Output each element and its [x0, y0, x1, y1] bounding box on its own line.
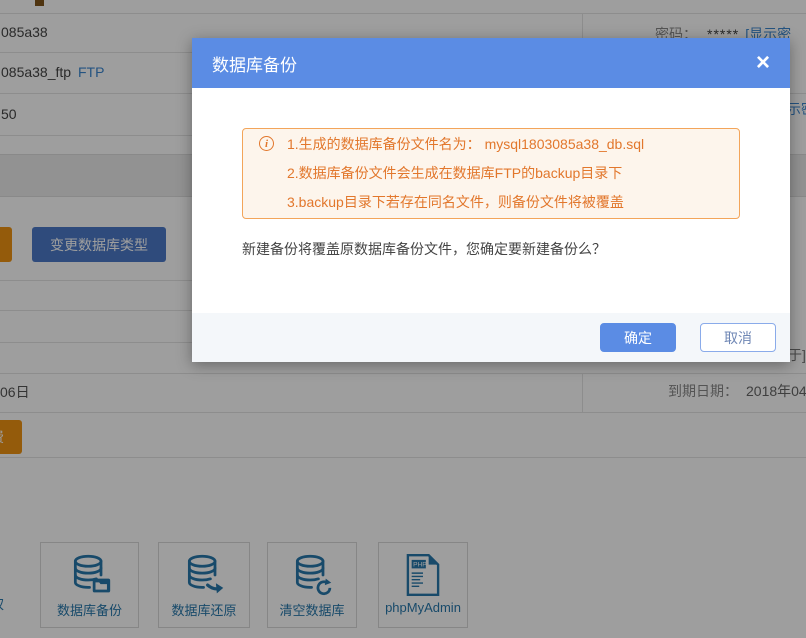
dialog-footer: 确定 取消: [192, 313, 790, 362]
dialog-title: 数据库备份: [212, 51, 297, 76]
notice-line-1: 1.生成的数据库备份文件名为： mysql1803085a38_db.sql: [287, 130, 723, 159]
dialog-body: i 1.生成的数据库备份文件名为： mysql1803085a38_db.sql…: [192, 88, 790, 259]
dialog-header: 数据库备份 ×: [192, 38, 790, 88]
notice-line-3: 3.backup目录下若存在同名文件，则备份文件将被覆盖: [287, 188, 723, 217]
notice-line-2: 2.数据库备份文件会生成在数据库FTP的backup目录下: [287, 159, 723, 188]
ok-button[interactable]: 确定: [600, 323, 676, 352]
database-backup-dialog: 数据库备份 × i 1.生成的数据库备份文件名为： mysql1803085a3…: [192, 38, 790, 362]
screen: 085a38 085a38_ftp FTP 50 密码：*****[显示密 置 …: [0, 0, 806, 638]
info-icon: i: [259, 136, 274, 151]
close-icon[interactable]: ×: [756, 51, 770, 75]
backup-notice-box: i 1.生成的数据库备份文件名为： mysql1803085a38_db.sql…: [242, 128, 740, 219]
cancel-button[interactable]: 取消: [700, 323, 776, 352]
confirm-message: 新建备份将覆盖原数据库备份文件，您确定要新建备份么？: [242, 239, 740, 259]
